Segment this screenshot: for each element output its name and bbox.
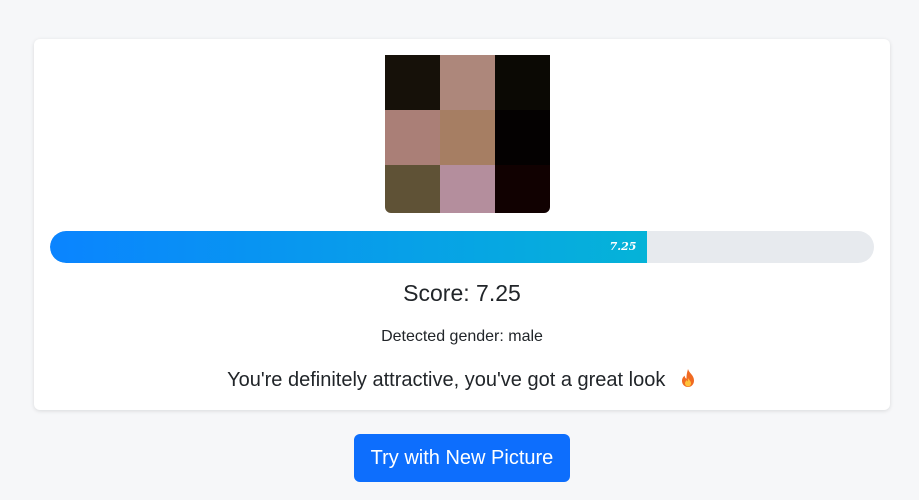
photo-pixel-cell	[385, 165, 440, 213]
try-new-picture-button[interactable]: Try with New Picture	[354, 434, 570, 482]
photo-pixel-cell	[495, 165, 550, 213]
pixelated-image	[385, 55, 550, 213]
photo-pixel-cell	[440, 55, 495, 110]
result-card: 7.25 Score: 7.25 Detected gender: male Y…	[34, 39, 890, 410]
photo-pixel-cell	[440, 110, 495, 165]
photo-pixel-cell	[495, 110, 550, 165]
photo-pixel-cell	[495, 55, 550, 110]
uploaded-photo	[385, 55, 550, 213]
score-progress-bar: 7.25	[50, 231, 874, 263]
fire-icon	[679, 368, 697, 394]
verdict-message: You're definitely attractive, you've got…	[34, 368, 890, 394]
score-text: Score: 7.25	[403, 280, 521, 306]
score-progress-label: 7.25	[609, 240, 637, 253]
detected-gender-text: Detected gender: male	[381, 328, 543, 345]
photo-pixel-cell	[385, 110, 440, 165]
photo-pixel-cell	[385, 55, 440, 110]
verdict-text: You're definitely attractive, you've got…	[227, 369, 666, 391]
score-progress-fill: 7.25	[50, 231, 648, 263]
photo-pixel-cell	[440, 165, 495, 213]
